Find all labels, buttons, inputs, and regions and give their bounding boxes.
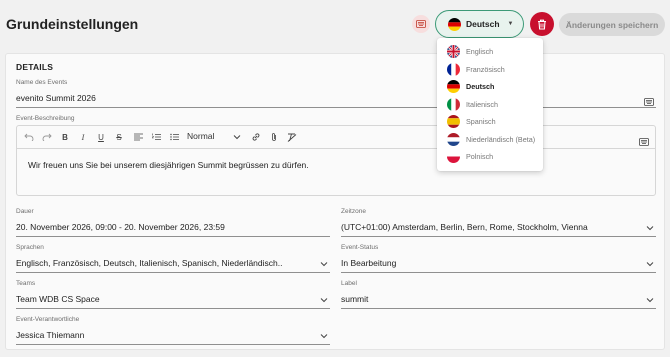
language-option-label: Deutsch (466, 82, 495, 91)
teams-underline (16, 308, 330, 309)
tag-label: Label (341, 280, 357, 287)
strikethrough-icon[interactable]: S (113, 131, 125, 143)
flag-fr-icon (447, 63, 460, 76)
redo-icon[interactable] (41, 131, 53, 143)
language-option-english[interactable]: Englisch (437, 43, 543, 60)
language-option-french[interactable]: Französisch (437, 61, 543, 78)
timezone-underline (341, 236, 656, 237)
translate-icon[interactable] (644, 93, 654, 111)
flag-it-icon (447, 98, 460, 111)
align-left-icon[interactable] (132, 131, 144, 143)
chevron-down-icon[interactable] (320, 260, 328, 268)
chevron-down-icon[interactable] (646, 224, 654, 232)
language-option-spanish[interactable]: Spanisch (437, 113, 543, 130)
chevron-down-icon: ▼ (507, 21, 514, 27)
translate-icon[interactable] (639, 133, 649, 151)
language-option-label: Französisch (466, 65, 505, 74)
teams-label: Teams (16, 280, 36, 287)
chevron-down-icon[interactable] (320, 332, 328, 340)
undo-icon[interactable] (23, 131, 35, 143)
tag-underline (341, 308, 656, 309)
languages-underline (16, 272, 330, 273)
editor-content[interactable]: Wir freuen uns Sie bei unserem diesjähri… (28, 160, 309, 170)
flag-nl-icon (447, 133, 460, 146)
language-option-label: Niederländisch (Beta) (466, 135, 536, 144)
chevron-down-icon[interactable] (646, 296, 654, 304)
languages-select[interactable]: Englisch, Französisch, Deutsch, Italieni… (16, 258, 316, 268)
languages-label: Sprachen (16, 244, 44, 251)
chevron-down-icon[interactable] (320, 296, 328, 304)
language-option-italian[interactable]: Italienisch (437, 96, 543, 113)
section-title: DETAILS (16, 62, 54, 72)
text-style-select[interactable]: Normal (187, 131, 214, 141)
teams-select[interactable]: Team WDB CS Space (16, 294, 316, 304)
flag-de-icon (448, 17, 461, 31)
status-underline (341, 272, 656, 273)
tag-select[interactable]: summit (341, 294, 641, 304)
event-name-underline (16, 107, 656, 108)
flag-de-icon (447, 80, 460, 93)
chevron-down-icon[interactable] (646, 260, 654, 268)
language-select-button[interactable]: Deutsch ▼ (435, 10, 524, 38)
owner-label: Event-Verantwortliche (16, 316, 80, 323)
language-option-polish[interactable]: Polnisch (437, 148, 543, 165)
timezone-label: Zeitzone (341, 208, 366, 215)
flag-gb-icon (447, 45, 460, 58)
status-select[interactable]: In Bearbeitung (341, 258, 641, 268)
owner-underline (16, 344, 330, 345)
rich-text-editor[interactable]: B I U S Normal Wir freuen uns Sie bei un… (16, 125, 656, 196)
page-header: Grundeinstellungen Deutsch ▼ Änderungen … (0, 0, 670, 48)
page-title: Grundeinstellungen (6, 16, 139, 32)
language-menu: Englisch Französisch Deutsch Italienisch… (437, 38, 543, 171)
event-name-label: Name des Events (16, 79, 68, 86)
editor-toolbar: B I U S Normal (17, 126, 655, 149)
save-changes-button[interactable]: Änderungen speichern (559, 13, 665, 36)
translate-icon[interactable] (412, 15, 430, 33)
trash-icon (538, 19, 546, 30)
event-description-label: Event-Beschreibung (16, 115, 75, 122)
clear-format-icon[interactable] (286, 131, 298, 143)
link-icon[interactable] (250, 131, 262, 143)
delete-event-button[interactable] (530, 12, 554, 36)
italic-icon[interactable]: I (77, 131, 89, 143)
language-option-dutch[interactable]: Niederländisch (Beta) (437, 131, 543, 148)
language-option-label: Englisch (466, 47, 494, 56)
language-option-label: Polnisch (466, 152, 494, 161)
language-option-german[interactable]: Deutsch (437, 78, 543, 95)
duration-input[interactable]: 20. November 2026, 09:00 - 20. November … (16, 222, 326, 232)
attachment-icon[interactable] (268, 131, 280, 143)
timezone-select[interactable]: (UTC+01:00) Amsterdam, Berlin, Bern, Rom… (341, 222, 641, 232)
language-option-label: Spanisch (466, 117, 496, 126)
owner-select[interactable]: Jessica Thiemann (16, 330, 316, 340)
duration-label: Dauer (16, 208, 34, 215)
bold-icon[interactable]: B (59, 131, 71, 143)
underline-icon[interactable]: U (95, 131, 107, 143)
details-card: DETAILS Name des Events evenito Summit 2… (5, 53, 665, 350)
status-label: Event-Status (341, 244, 379, 251)
flag-es-icon (447, 115, 460, 128)
ordered-list-icon[interactable] (150, 131, 162, 143)
chevron-down-icon (233, 135, 241, 140)
flag-pl-icon (447, 150, 460, 163)
duration-underline (16, 236, 330, 237)
language-select-label: Deutsch (466, 19, 500, 29)
bullet-list-icon[interactable] (168, 131, 180, 143)
language-option-label: Italienisch (466, 100, 498, 109)
